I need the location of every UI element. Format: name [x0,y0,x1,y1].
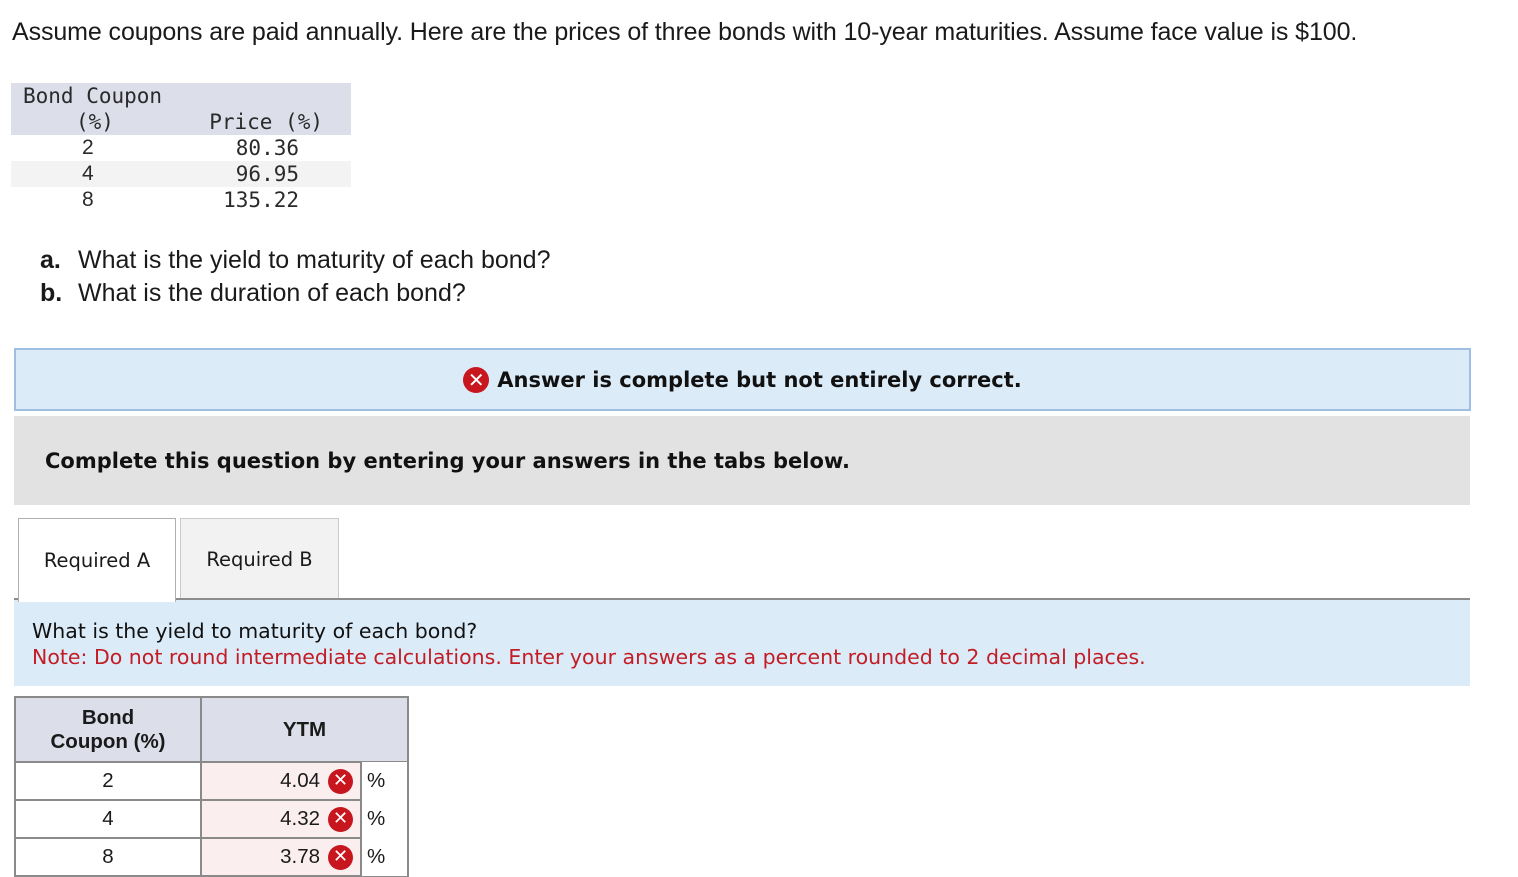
ytm-answer-cell: 4.04 ✕ % [200,761,409,801]
incorrect-icon: ✕ [328,806,353,832]
ytm-answer-cell: 3.78 ✕ % [200,837,409,877]
ytm-header: YTM [200,696,409,763]
x-circle-icon: ✕ [463,366,490,393]
question-list: a. What is the yield to maturity of each … [40,244,550,310]
table-row: 2 80.36 [11,135,351,161]
incorrect-icon: ✕ [328,768,353,794]
ytm-input[interactable]: 4.04 [202,769,328,793]
bond-coupon-cell: 4 [14,799,202,839]
ytm-answer-cell: 4.32 ✕ % [200,799,409,839]
coupon-column-header: Bond Coupon (%) [11,83,175,135]
panel-question: What is the yield to maturity of each bo… [32,619,478,643]
ytm-answer-table: Bond Coupon (%) YTM 2 4.04 ✕ % 4 4.32 ✕ [14,696,409,877]
bond-coupon-header: Bond Coupon (%) [14,696,202,763]
panel-note: Note: Do not round intermediate calculat… [32,645,1146,669]
bond-coupon-cell: 2 [14,761,202,801]
coupon-cell: 4 [11,161,175,187]
percent-unit: % [362,838,407,876]
price-cell: 96.95 [175,161,351,187]
price-cell: 135.22 [223,188,299,212]
question-panel: What is the yield to maturity of each bo… [14,600,1470,686]
coupon-cell: 8 [82,188,94,211]
instruction-bar: Complete this question by entering your … [14,416,1470,505]
price-column-header: Price (%) [175,83,351,135]
coupon-cell: 2 [82,136,94,159]
table-row: 8 135.22 [11,187,351,213]
problem-intro: Assume coupons are paid annually. Here a… [12,18,1358,46]
ytm-input[interactable]: 4.32 [202,807,328,831]
bond-price-table: Bond Coupon (%) Price (%) 2 80.36 4 96.9… [11,83,351,213]
tab-required-a[interactable]: Required A [18,518,176,602]
instruction-text: Complete this question by entering your … [45,448,850,473]
question-b: b. What is the duration of each bond? [40,279,466,307]
table-row: 4 4.32 ✕ % [14,799,409,839]
question-a: a. What is the yield to maturity of each … [40,246,551,274]
table-row: 4 96.95 [11,161,351,187]
percent-unit: % [362,762,407,800]
bond-coupon-cell: 8 [14,837,202,877]
ytm-input[interactable]: 3.78 [202,845,328,869]
result-banner: ✕ Answer is complete but not entirely co… [14,348,1471,411]
tab-required-b[interactable]: Required B [180,518,339,599]
price-cell: 80.36 [235,136,299,160]
result-message: Answer is complete but not entirely corr… [497,367,1022,392]
table-row: 2 4.04 ✕ % [14,761,409,801]
incorrect-icon: ✕ [328,844,353,870]
percent-unit: % [362,800,407,838]
table-row: 8 3.78 ✕ % [14,837,409,877]
